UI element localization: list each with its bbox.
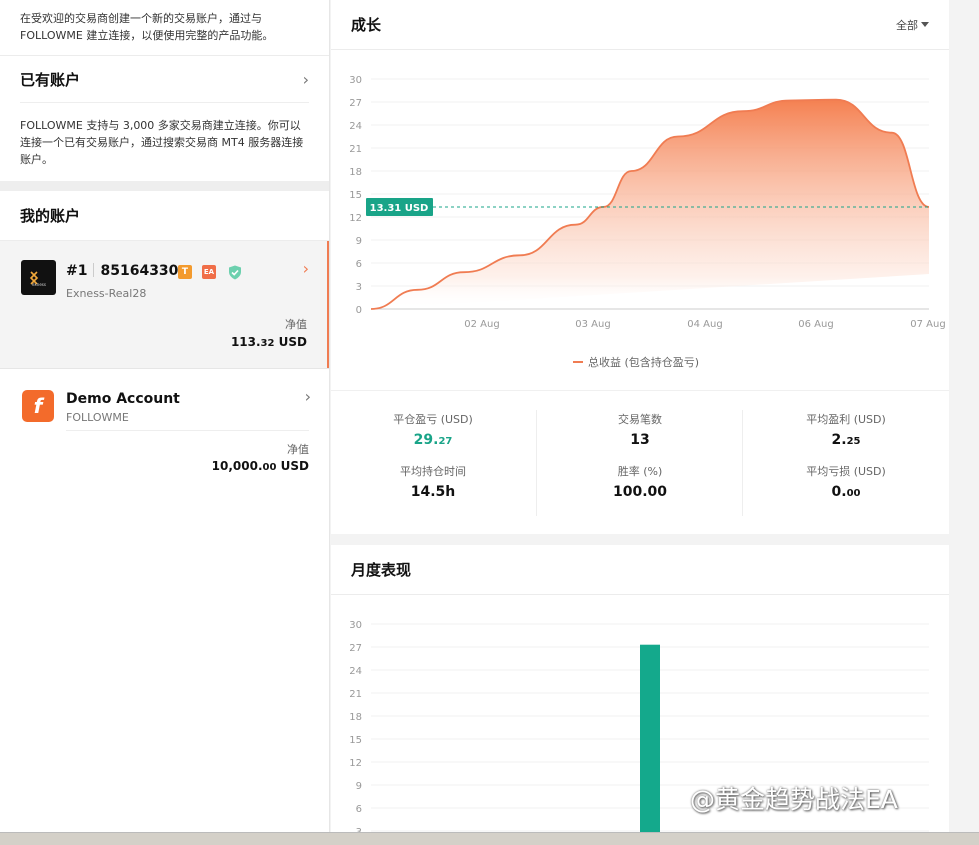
account-card-demo[interactable]: f Demo Account FOLLOWME › 净值 10,000.00 U…	[0, 368, 329, 488]
verified-shield-icon	[228, 265, 242, 279]
page-margin	[949, 0, 979, 832]
y-tick-label: 15	[349, 735, 362, 746]
chevron-right-icon: ›	[302, 259, 309, 278]
my-accounts-title: 我的账户	[0, 191, 329, 241]
y-tick-label: 21	[349, 144, 362, 155]
y-tick-label: 9	[356, 236, 362, 247]
stat-trade-count: 交易笔数 13	[618, 413, 662, 448]
x-tick-label: 06 Aug	[798, 319, 833, 330]
stats-divider	[536, 410, 537, 516]
y-tick-label: 18	[349, 167, 362, 178]
y-tick-label: 24	[349, 121, 362, 132]
trade-badge: T	[178, 265, 192, 279]
range-filter-dropdown[interactable]: 全部	[896, 17, 929, 33]
y-tick-label: 30	[349, 620, 362, 631]
exness-logo-text: exness	[32, 282, 46, 287]
main-panel: 成长 全部 0 3 6 9 12 15 18 21 24 27 30 13.31 USD 02 Aug 0…	[331, 0, 949, 835]
x-tick-label: 07 Aug	[910, 319, 945, 330]
followme-logo-icon: f	[22, 390, 54, 422]
y-tick-label: 27	[349, 98, 362, 109]
stats-grid: 平仓盈亏 (USD) 29.27 交易笔数 13 平均盈利 (USD) 2.25…	[331, 390, 949, 534]
growth-title: 成长	[351, 16, 382, 34]
account-name: Demo Account	[66, 391, 180, 407]
caret-down-icon	[921, 21, 929, 27]
stat-closed-pnl: 平仓盈亏 (USD) 29.27	[393, 413, 473, 448]
stat-avg-profit: 平均盈利 (USD) 2.25	[806, 413, 886, 448]
equity-label: 净值	[285, 318, 307, 331]
stats-divider	[742, 410, 743, 516]
monthly-title: 月度表现	[351, 561, 412, 579]
y-tick-label: 3	[356, 282, 362, 293]
support-text: FOLLOWME 支持与 3,000 多家交易商建立连接。你可以连接一个已有交易…	[20, 119, 304, 166]
growth-area	[371, 99, 929, 309]
intro-text: 在受欢迎的交易商创建一个新的交易账户，通过与 FOLLOWME 建立连接，以便使…	[0, 0, 329, 56]
growth-header: 成长 全部	[331, 0, 949, 50]
y-tick-label: 0	[356, 305, 362, 316]
y-tick-label: 9	[356, 781, 362, 792]
equity-value: 113.32 USD	[230, 335, 307, 349]
x-tick-label: 02 Aug	[464, 319, 499, 330]
account-rank: #1	[66, 263, 88, 279]
account-number: #1 85164330	[66, 263, 178, 279]
y-tick-label: 12	[349, 758, 362, 769]
existing-account-title: 已有账户	[20, 70, 81, 89]
stat-avg-loss: 平均亏损 (USD) 0.00	[806, 465, 886, 500]
account-card-exness[interactable]: exness #1 85164330 T EA Exness-Real28 › 净…	[0, 241, 329, 368]
y-tick-label: 6	[356, 804, 362, 815]
section-gap	[0, 181, 329, 191]
account-id: 85164330	[100, 263, 179, 279]
y-tick-label: 21	[349, 689, 362, 700]
watermark-text: @黄金趋势战法EA	[690, 785, 898, 814]
reference-label: 13.31 USD	[370, 203, 429, 214]
legend-label: 总收益 (包含持仓盈亏)	[588, 355, 699, 369]
y-tick-label: 18	[349, 712, 362, 723]
exness-logo: exness	[21, 260, 56, 295]
taskbar	[0, 832, 979, 845]
stat-avg-hold-time: 平均持仓时间 14.5h	[400, 465, 466, 500]
y-tick-label: 27	[349, 643, 362, 654]
monthly-header: 月度表现	[331, 545, 949, 595]
account-broker: FOLLOWME	[66, 411, 129, 424]
existing-account-link[interactable]: 已有账户 ›	[0, 56, 329, 102]
y-tick-label: 24	[349, 666, 362, 677]
x-tick-label: 04 Aug	[687, 319, 722, 330]
equity-label: 净值	[287, 443, 309, 456]
y-tick-label: 12	[349, 213, 362, 224]
y-tick-label: 15	[349, 190, 362, 201]
divider	[66, 430, 309, 431]
growth-chart: 0 3 6 9 12 15 18 21 24 27 30 13.31 USD 02 Aug 03 Aug 0…	[349, 75, 945, 369]
y-tick-label: 6	[356, 259, 362, 270]
equity-value: 10,000.00 USD	[211, 459, 309, 473]
y-tick-label: 30	[349, 75, 362, 86]
ea-badge: EA	[202, 265, 216, 279]
account-server: Exness-Real28	[66, 287, 147, 300]
chevron-right-icon: ›	[302, 69, 309, 89]
chevron-right-icon: ›	[304, 387, 311, 406]
stat-win-rate: 胜率 (%) 100.00	[612, 465, 668, 500]
monthly-bar	[640, 644, 660, 835]
x-tick-label: 03 Aug	[575, 319, 610, 330]
accounts-sidebar: 在受欢迎的交易商创建一个新的交易账户，通过与 FOLLOWME 建立连接，以便使…	[0, 0, 330, 832]
